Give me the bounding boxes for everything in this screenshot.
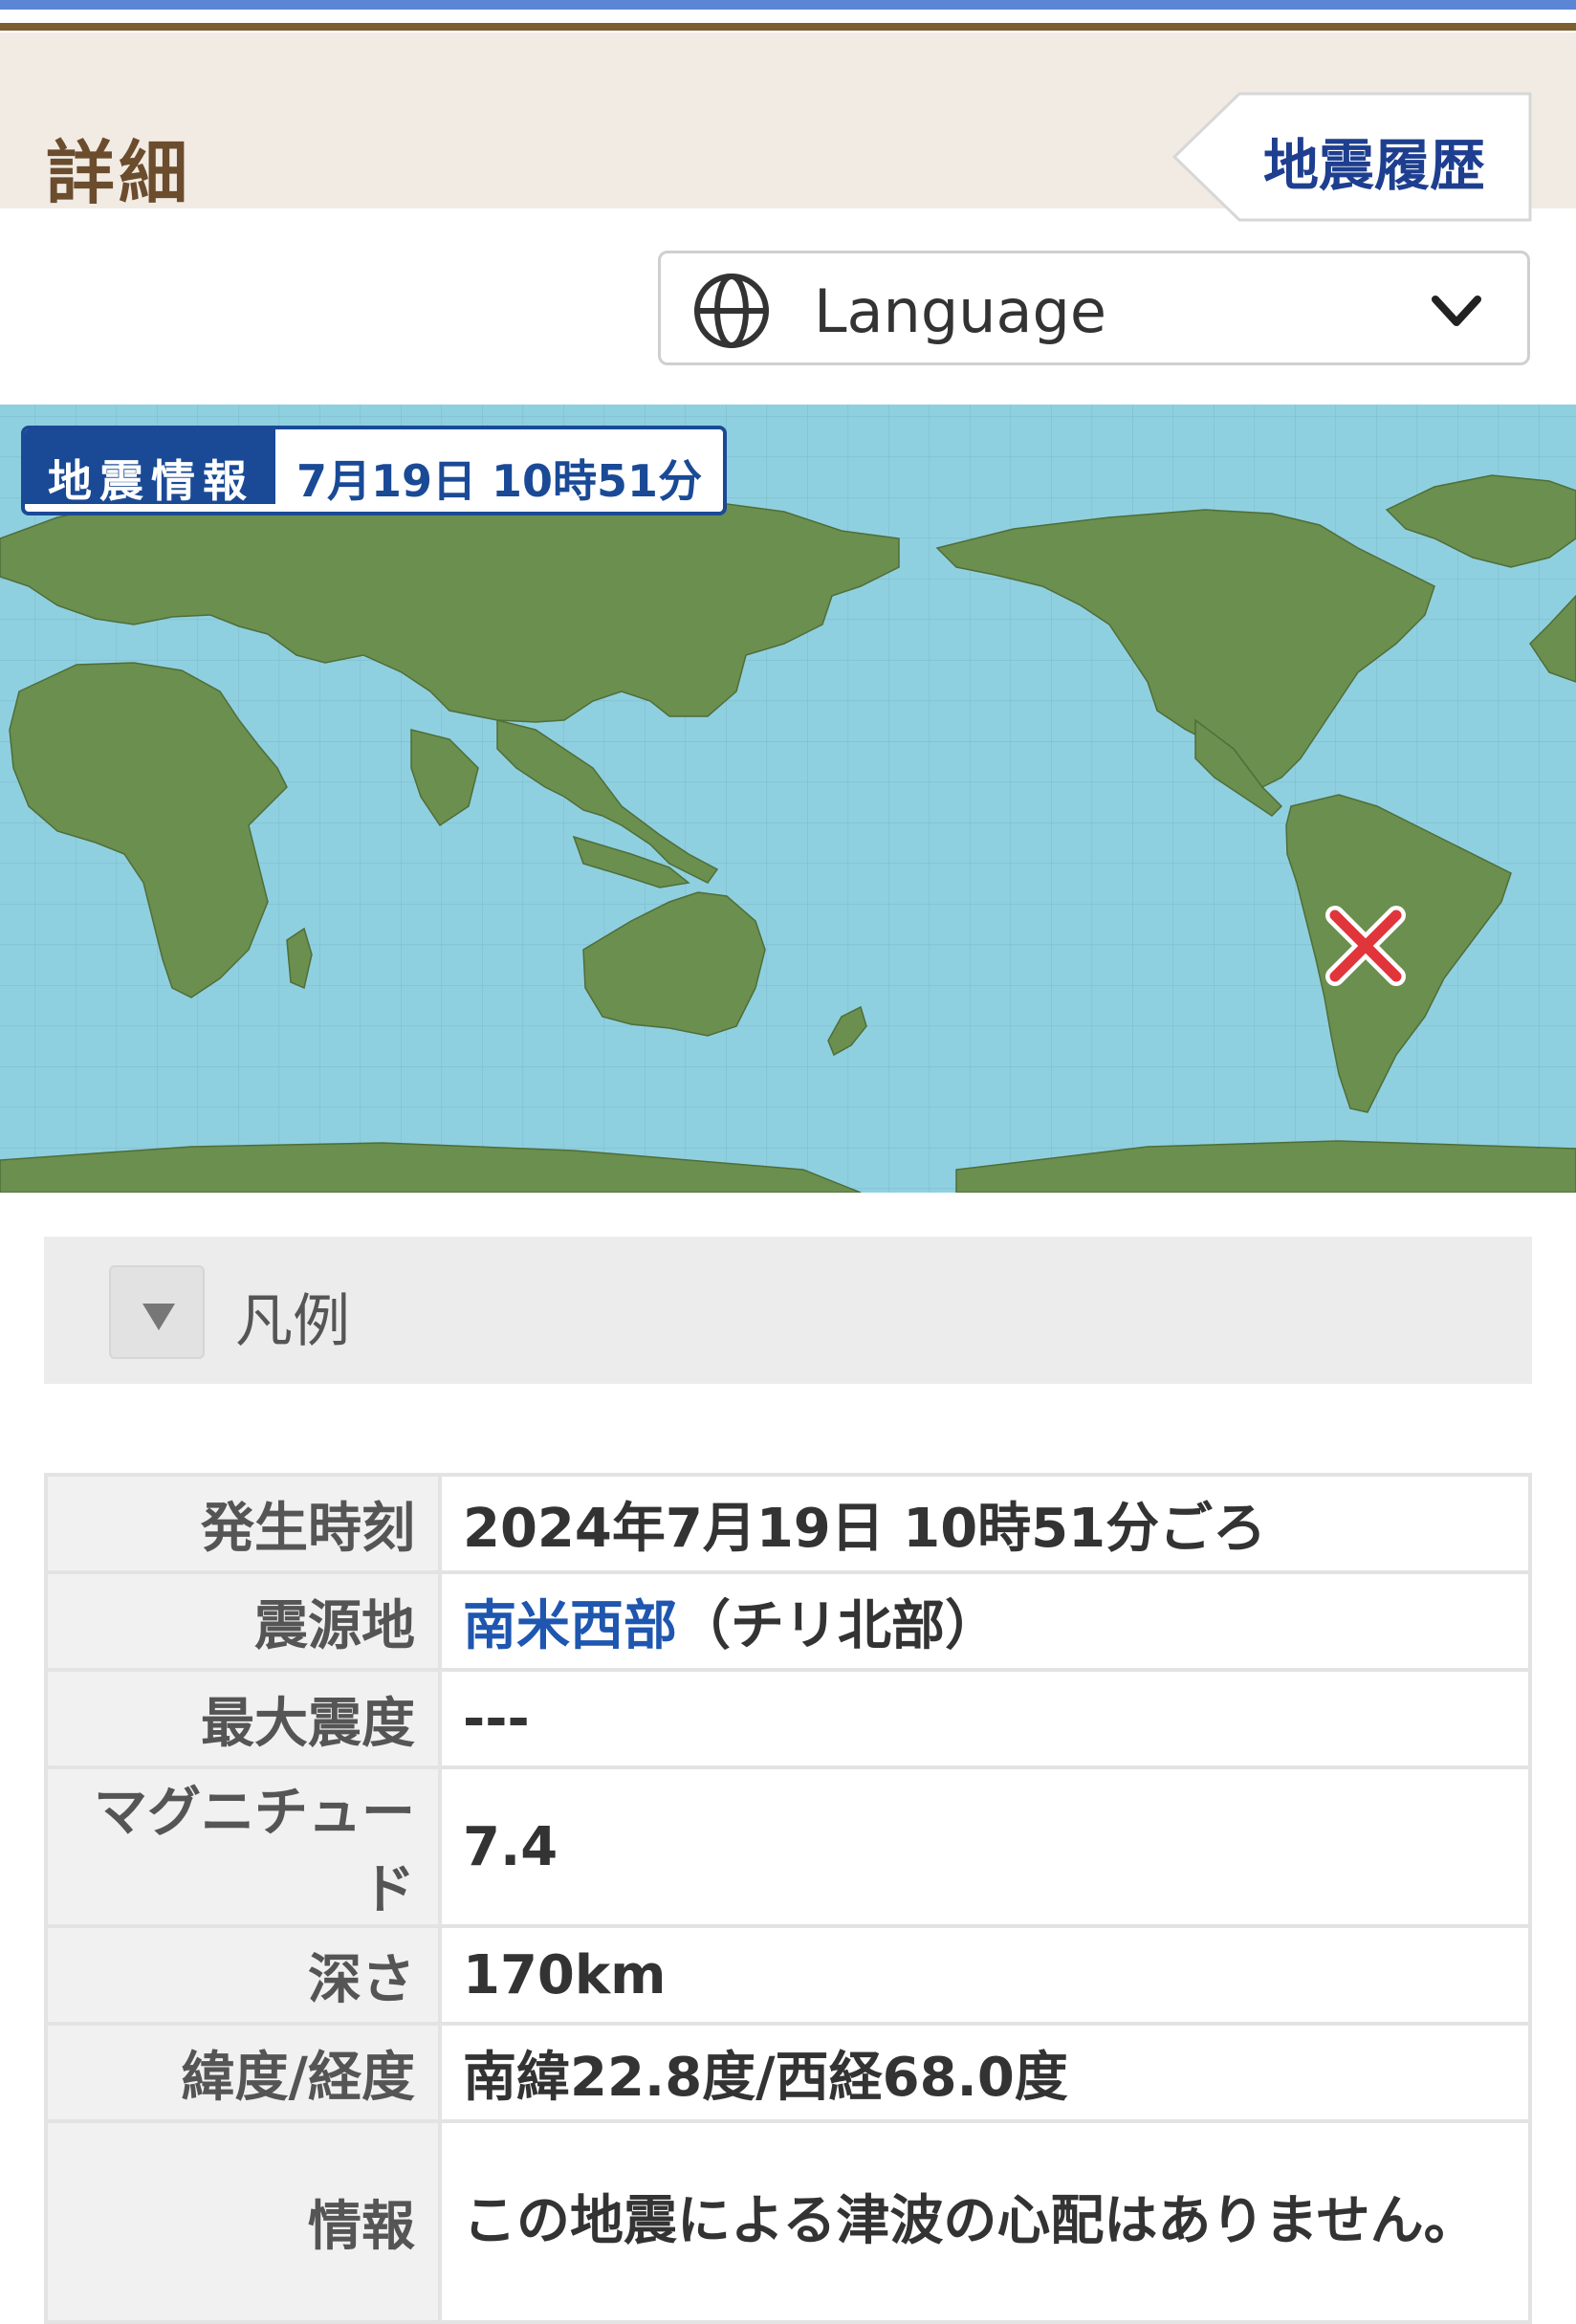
info-label: 情報 [44, 2119, 442, 2324]
lat-lon-value: 南緯22.8度/西経68.0度 [438, 2022, 1532, 2123]
table-row: 情報 この地震による津波の心配はありません。 [44, 2119, 1532, 2324]
table-row: 緯度/経度 南緯22.8度/西経68.0度 [44, 2022, 1532, 2123]
page-header: 詳細 地震履歴 [0, 33, 1576, 222]
epicenter-region-link[interactable]: 南米西部 [463, 1595, 677, 1657]
epicenter-label: 震源地 [44, 1570, 442, 1672]
depth-label: 深さ [44, 1924, 442, 2026]
language-select-label: Language [814, 276, 1106, 346]
table-row: マグニチュード 7.4 [44, 1765, 1532, 1928]
table-row: 最大震度 --- [44, 1668, 1532, 1769]
table-row: 震源地 南米西部（チリ北部） [44, 1570, 1532, 1672]
chevron-down-icon [1432, 296, 1481, 326]
max-intensity-value: --- [438, 1668, 1532, 1769]
earthquake-map[interactable] [0, 405, 1576, 1193]
legend-toggle-button[interactable] [109, 1265, 205, 1359]
legend-label: 凡例 [235, 1288, 350, 1355]
triangle-down-icon [142, 1304, 175, 1330]
occurred-time-label: 発生時刻 [44, 1473, 442, 1574]
x-mark-icon [1325, 906, 1406, 986]
info-value: この地震による津波の心配はありません。 [438, 2119, 1532, 2324]
earthquake-history-button[interactable]: 地震履歴 [1172, 92, 1534, 222]
earthquake-info-tag: 地震情報 7月19日 10時51分 [21, 426, 728, 515]
table-row: 深さ 170km [44, 1924, 1532, 2026]
top-accent-bar [0, 0, 1576, 10]
world-map [0, 405, 1576, 1193]
globe-icon [694, 274, 769, 348]
lat-lon-label: 緯度/経度 [44, 2022, 442, 2123]
occurred-time-value: 2024年7月19日 10時51分ごろ [438, 1473, 1532, 1574]
magnitude-label: マグニチュード [44, 1765, 442, 1928]
magnitude-value: 7.4 [438, 1765, 1532, 1928]
max-intensity-label: 最大震度 [44, 1668, 442, 1769]
epicenter-detail: （チリ北部） [677, 1594, 998, 1657]
earthquake-info-tag-label: 地震情報 [25, 429, 275, 507]
header-divider [0, 23, 1576, 31]
history-button-label: 地震履歴 [1263, 133, 1486, 198]
depth-value: 170km [438, 1924, 1532, 2026]
earthquake-info-tag-time: 7月19日 10時51分 [275, 429, 724, 507]
language-select[interactable]: Language [658, 251, 1530, 365]
epicenter-value: 南米西部（チリ北部） [438, 1570, 1532, 1672]
legend-panel[interactable]: 凡例 [44, 1237, 1532, 1384]
earthquake-details-table: 発生時刻 2024年7月19日 10時51分ごろ 震源地 南米西部（チリ北部） … [44, 1473, 1532, 2324]
table-row: 発生時刻 2024年7月19日 10時51分ごろ [44, 1473, 1532, 1574]
page-title: 詳細 [46, 133, 192, 213]
